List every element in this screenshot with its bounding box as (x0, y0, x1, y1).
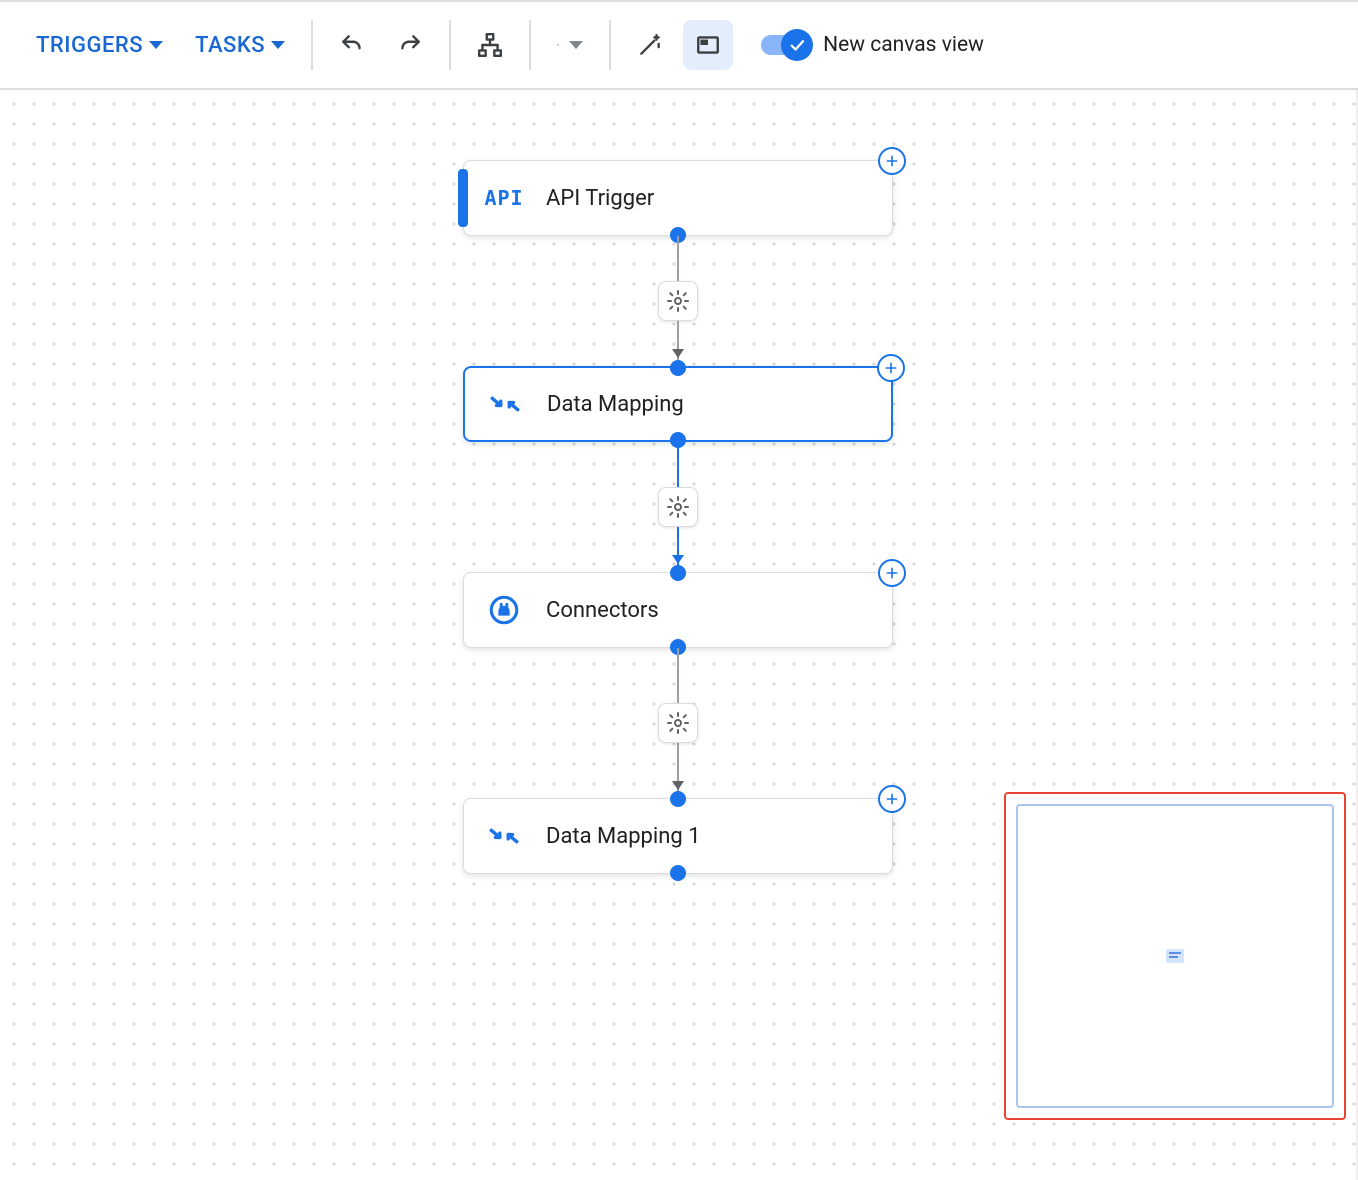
toolbar: TRIGGERS TASKS (0, 0, 1358, 90)
api-icon: API (486, 180, 522, 216)
auto-layout-button[interactable] (465, 20, 515, 70)
data-map-icon (487, 386, 523, 422)
arrow-icon (672, 349, 684, 358)
chevron-down-icon (271, 41, 285, 49)
add-button[interactable] (877, 354, 905, 382)
edge (677, 648, 679, 798)
zoom-icon (557, 31, 559, 59)
connector-icon (486, 592, 522, 628)
node-connectors[interactable]: Connectors (463, 572, 893, 648)
plus-icon (884, 153, 900, 169)
check-icon (781, 29, 813, 61)
edge (677, 442, 679, 572)
wand-icon (637, 31, 663, 59)
plus-icon (884, 565, 900, 581)
redo-button[interactable] (385, 20, 435, 70)
add-button[interactable] (878, 147, 906, 175)
edge-config-button[interactable] (658, 281, 698, 321)
edge-config-button[interactable] (658, 703, 698, 743)
edge (677, 236, 679, 366)
plus-icon (883, 360, 899, 376)
chevron-down-icon (569, 41, 583, 49)
input-port[interactable] (670, 791, 686, 807)
node-data-mapping-1[interactable]: Data Mapping 1 (463, 798, 893, 874)
new-canvas-label: New canvas view (823, 33, 984, 57)
separator (609, 20, 611, 70)
data-map-icon (486, 818, 522, 854)
undo-button[interactable] (327, 20, 377, 70)
arrow-icon (672, 781, 684, 790)
plus-icon (884, 791, 900, 807)
new-canvas-toggle[interactable] (761, 35, 809, 55)
tasks-label: TASKS (195, 33, 265, 58)
gear-icon (666, 495, 690, 519)
node-data-mapping[interactable]: Data Mapping (463, 366, 893, 442)
add-button[interactable] (878, 785, 906, 813)
edge-config-button[interactable] (658, 487, 698, 527)
node-label: Connectors (546, 598, 659, 623)
separator (449, 20, 451, 70)
trigger-accent (458, 169, 468, 227)
node-api-trigger[interactable]: API API Trigger (463, 160, 893, 236)
arrow-icon (672, 555, 684, 564)
separator (529, 20, 531, 70)
minimap-viewport[interactable] (1016, 804, 1334, 1108)
gear-icon (666, 711, 690, 735)
separator (311, 20, 313, 70)
redo-icon (397, 30, 423, 60)
input-port[interactable] (670, 565, 686, 581)
magic-wand-button[interactable] (625, 20, 675, 70)
zoom-dropdown[interactable] (545, 20, 595, 70)
tasks-dropdown[interactable]: TASKS (183, 17, 297, 73)
add-button[interactable] (878, 559, 906, 587)
chevron-down-icon (149, 41, 163, 49)
output-port[interactable] (670, 865, 686, 881)
minimap-icon (695, 30, 721, 60)
triggers-label: TRIGGERS (36, 33, 143, 58)
undo-icon (339, 30, 365, 60)
minimap-node-icon (1166, 949, 1184, 963)
minimap[interactable] (1004, 792, 1346, 1120)
minimap-toggle-button[interactable] (683, 20, 733, 70)
node-label: Data Mapping (547, 392, 684, 417)
node-label: Data Mapping 1 (546, 824, 701, 849)
layout-icon (477, 29, 503, 61)
gear-icon (666, 289, 690, 313)
canvas[interactable]: API API Trigger Data Mapping (0, 90, 1358, 1180)
flow-column: API API Trigger Data Mapping (463, 160, 893, 874)
node-label: API Trigger (546, 186, 654, 211)
triggers-dropdown[interactable]: TRIGGERS (24, 17, 175, 73)
input-port[interactable] (670, 360, 686, 376)
